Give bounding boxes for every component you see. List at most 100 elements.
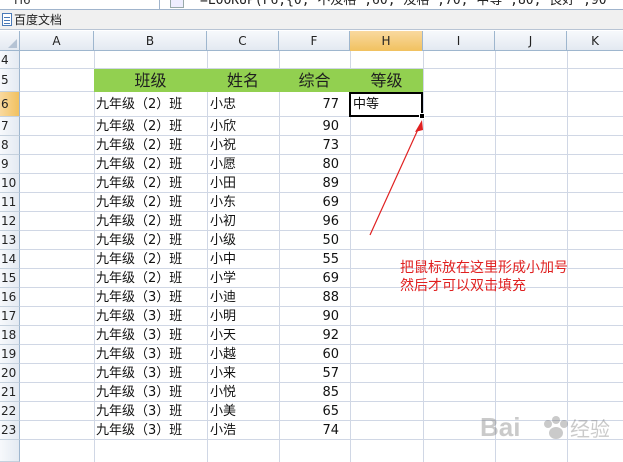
row-header-22[interactable]: 22: [0, 402, 20, 421]
row-header-13[interactable]: 13: [0, 231, 20, 250]
cell-score[interactable]: 89: [280, 174, 349, 193]
column-header-j[interactable]: J: [495, 31, 567, 51]
row-header-9[interactable]: 9: [0, 155, 20, 174]
cell-score[interactable]: 90: [280, 117, 349, 136]
cell-grade[interactable]: [353, 364, 421, 383]
row-header-16[interactable]: 16: [0, 288, 20, 307]
column-header-a[interactable]: A: [20, 31, 94, 51]
cell-score[interactable]: 55: [280, 250, 349, 269]
fx-icon[interactable]: [170, 0, 184, 8]
cell-class[interactable]: 九年级（2）班: [96, 174, 206, 193]
row-header-17[interactable]: 17: [0, 307, 20, 326]
row-header-21[interactable]: 21: [0, 383, 20, 402]
cell-class[interactable]: 九年级（2）班: [96, 95, 206, 114]
cell-name[interactable]: 小愿: [210, 155, 278, 174]
row-header-4[interactable]: 4: [0, 51, 20, 69]
cell-class[interactable]: 九年级（3）班: [96, 345, 206, 364]
column-header-c[interactable]: C: [207, 31, 279, 51]
cell-grade[interactable]: [353, 326, 421, 345]
cell-name[interactable]: 小东: [210, 193, 278, 212]
cell-class[interactable]: 九年级（2）班: [96, 269, 206, 288]
cell-score[interactable]: 74: [280, 421, 349, 440]
cell-name[interactable]: 小级: [210, 231, 278, 250]
column-header-b[interactable]: B: [94, 31, 207, 51]
row-header-partial[interactable]: [0, 440, 20, 462]
row-header-11[interactable]: 11: [0, 193, 20, 212]
cell-grade[interactable]: [353, 383, 421, 402]
cell-score[interactable]: 73: [280, 136, 349, 155]
cell-name[interactable]: 小悦: [210, 383, 278, 402]
cell-class[interactable]: 九年级（3）班: [96, 383, 206, 402]
cell-name[interactable]: 小中: [210, 250, 278, 269]
cell-class[interactable]: 九年级（2）班: [96, 155, 206, 174]
cell-name[interactable]: 小越: [210, 345, 278, 364]
cell-name[interactable]: 小欣: [210, 117, 278, 136]
cell-name[interactable]: 小迪: [210, 288, 278, 307]
row-header-23[interactable]: 23: [0, 421, 20, 440]
cell-score[interactable]: 92: [280, 326, 349, 345]
cell-score[interactable]: 77: [280, 95, 349, 114]
cell-name[interactable]: 小美: [210, 402, 278, 421]
cell-class[interactable]: 九年级（2）班: [96, 212, 206, 231]
cell-grade[interactable]: [353, 345, 421, 364]
cell-score[interactable]: 85: [280, 383, 349, 402]
cell-score[interactable]: 69: [280, 193, 349, 212]
cell-grade[interactable]: [353, 421, 421, 440]
header-cell-class[interactable]: 班级: [94, 69, 207, 92]
cell-name[interactable]: 小天: [210, 326, 278, 345]
cell-name[interactable]: 小明: [210, 307, 278, 326]
column-header-f[interactable]: F: [279, 31, 350, 51]
cell-class[interactable]: 九年级（3）班: [96, 307, 206, 326]
header-cell-score[interactable]: 综合: [279, 69, 350, 92]
row-header-6[interactable]: 6: [0, 92, 20, 117]
row-header-5[interactable]: 5: [0, 69, 20, 92]
cell-score[interactable]: 60: [280, 345, 349, 364]
cell-name[interactable]: 小学: [210, 269, 278, 288]
document-title[interactable]: 百度文档: [14, 12, 62, 28]
cell-class[interactable]: 九年级（2）班: [96, 117, 206, 136]
cell-class[interactable]: 九年级（2）班: [96, 193, 206, 212]
cell-class[interactable]: 九年级（3）班: [96, 288, 206, 307]
cell-score[interactable]: 96: [280, 212, 349, 231]
cell-score[interactable]: 90: [280, 307, 349, 326]
row-header-12[interactable]: 12: [0, 212, 20, 231]
cell-score[interactable]: 88: [280, 288, 349, 307]
row-header-20[interactable]: 20: [0, 364, 20, 383]
formula-input[interactable]: =LOOKUP(F6,{0,"不及格";60,"及格";70,"中等";80,"…: [200, 0, 607, 8]
annotation-arrow-icon: [369, 120, 423, 236]
cell-score[interactable]: 65: [280, 402, 349, 421]
cell-name[interactable]: 小忠: [210, 95, 278, 114]
cell-class[interactable]: 九年级（3）班: [96, 421, 206, 440]
cell-name[interactable]: 小初: [210, 212, 278, 231]
row-header-8[interactable]: 8: [0, 136, 20, 155]
cell-score[interactable]: 69: [280, 269, 349, 288]
cell-class[interactable]: 九年级（3）班: [96, 364, 206, 383]
header-cell-grade[interactable]: 等级: [350, 69, 423, 92]
cell-class[interactable]: 九年级（3）班: [96, 402, 206, 421]
column-header-h[interactable]: H: [350, 31, 423, 51]
cell-class[interactable]: 九年级（2）班: [96, 136, 206, 155]
cell-grade[interactable]: [353, 402, 421, 421]
cell-name[interactable]: 小来: [210, 364, 278, 383]
cell-score[interactable]: 57: [280, 364, 349, 383]
row-header-7[interactable]: 7: [0, 117, 20, 136]
cell-name[interactable]: 小祝: [210, 136, 278, 155]
cell-score[interactable]: 80: [280, 155, 349, 174]
name-box[interactable]: H6: [0, 0, 160, 9]
cell-class[interactable]: 九年级（2）班: [96, 250, 206, 269]
row-header-19[interactable]: 19: [0, 345, 20, 364]
cell-grade[interactable]: [353, 307, 421, 326]
row-header-14[interactable]: 14: [0, 250, 20, 269]
select-all-corner[interactable]: [0, 31, 20, 51]
cell-name[interactable]: 小浩: [210, 421, 278, 440]
cell-class[interactable]: 九年级（2）班: [96, 231, 206, 250]
column-header-k[interactable]: K: [567, 31, 623, 51]
header-cell-name[interactable]: 姓名: [207, 69, 279, 92]
column-header-i[interactable]: I: [423, 31, 495, 51]
row-header-18[interactable]: 18: [0, 326, 20, 345]
cell-name[interactable]: 小田: [210, 174, 278, 193]
row-header-15[interactable]: 15: [0, 269, 20, 288]
cell-score[interactable]: 50: [280, 231, 349, 250]
cell-class[interactable]: 九年级（3）班: [96, 326, 206, 345]
row-header-10[interactable]: 10: [0, 174, 20, 193]
